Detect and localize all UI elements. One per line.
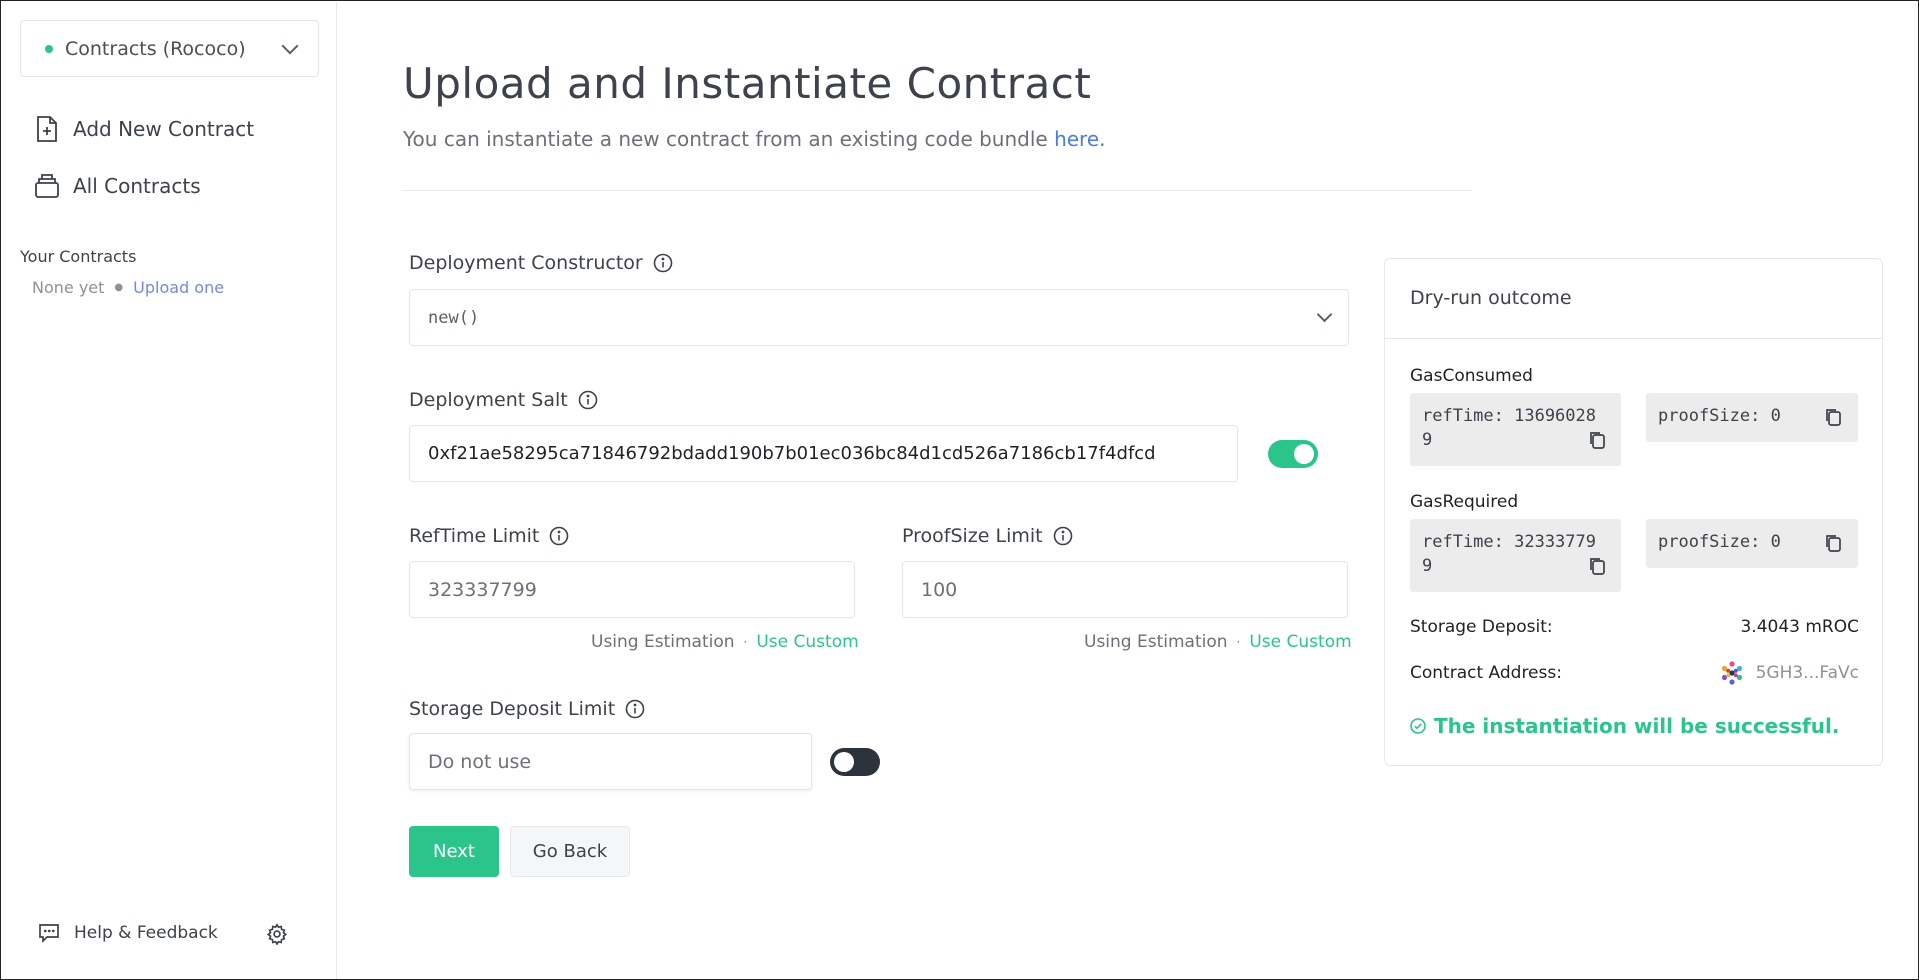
gas-required-proofsize-value: proofSize: 0	[1658, 532, 1781, 552]
header-divider	[403, 190, 1472, 191]
app-window: Contracts (Rococo) Add New Contract All …	[0, 0, 1919, 980]
chat-icon	[39, 924, 59, 944]
dry-run-title: Dry-run outcome	[1385, 259, 1882, 339]
storage-deposit-row: Storage Deposit: 3.4043 mROC	[1410, 617, 1859, 637]
none-yet-text: None yet	[32, 278, 105, 297]
storage-limit-label: Storage Deposit Limit	[409, 698, 645, 720]
using-estimation-text: Using Estimation	[591, 632, 735, 652]
chevron-down-icon	[1316, 306, 1333, 323]
gas-consumed-proofsize-value: proofSize: 0	[1658, 406, 1781, 426]
separator-dot: ●	[114, 282, 124, 293]
constructor-select-value: new()	[428, 307, 480, 328]
gas-consumed-reftime-value: refTime: 136960289	[1422, 406, 1596, 450]
proofsize-placeholder: 100	[921, 578, 958, 601]
contract-address-row: Contract Address: 5GH3...FaVc	[1410, 661, 1859, 685]
success-message-text: The instantiation will be successful.	[1434, 714, 1840, 738]
separator-dot: ·	[1236, 635, 1241, 649]
reftime-label-text: RefTime Limit	[409, 525, 540, 547]
copy-icon[interactable]	[1824, 407, 1842, 427]
help-feedback-link[interactable]: Help & Feedback	[38, 922, 218, 944]
storage-deposit-label: Storage Deposit:	[1410, 617, 1553, 637]
proofsize-estimation: Using Estimation · Use Custom	[1084, 632, 1352, 652]
proofsize-input[interactable]: 100	[902, 561, 1348, 618]
next-button[interactable]: Next	[409, 826, 499, 877]
info-icon[interactable]	[549, 526, 569, 546]
copy-icon[interactable]	[1588, 430, 1606, 450]
your-contracts-heading: Your Contracts	[20, 247, 137, 266]
sidebar-item-add-new-contract[interactable]: Add New Contract	[35, 113, 254, 145]
copy-icon[interactable]	[1824, 533, 1842, 553]
subtitle-suffix: .	[1099, 127, 1106, 151]
gas-consumed-proofsize: proofSize: 0	[1646, 393, 1858, 442]
reftime-use-custom-link[interactable]: Use Custom	[756, 632, 858, 652]
storage-limit-input[interactable]: Do not use	[409, 733, 812, 790]
page-subtitle: You can instantiate a new contract from …	[403, 127, 1106, 151]
gas-required-reftime: refTime: 323337799	[1410, 519, 1621, 592]
help-feedback-label: Help & Feedback	[74, 923, 218, 943]
storage-limit-toggle[interactable]	[830, 748, 880, 776]
code-bundle-link[interactable]: here	[1054, 127, 1099, 151]
info-icon[interactable]	[653, 253, 673, 273]
info-icon[interactable]	[1053, 526, 1073, 546]
sidebar-item-label: Add New Contract	[73, 117, 255, 141]
copy-icon[interactable]	[1588, 556, 1606, 576]
reftime-placeholder: 323337799	[428, 578, 537, 601]
contract-address-label: Contract Address:	[1410, 663, 1562, 683]
salt-input[interactable]: 0xf21ae58295ca71846792bdadd190b7b01ec036…	[409, 425, 1238, 482]
sidebar-item-label: All Contracts	[73, 174, 201, 198]
using-estimation-text: Using Estimation	[1084, 632, 1228, 652]
upload-one-link[interactable]: Upload one	[133, 278, 224, 297]
constructor-select[interactable]: new()	[409, 289, 1349, 346]
toggle-knob	[1294, 444, 1314, 464]
gas-consumed-reftime: refTime: 136960289	[1410, 393, 1621, 466]
reftime-input[interactable]: 323337799	[409, 561, 855, 618]
proofsize-label-text: ProofSize Limit	[902, 525, 1043, 547]
gear-icon[interactable]	[266, 923, 288, 945]
identicon-icon	[1721, 661, 1742, 685]
chevron-down-icon	[281, 37, 299, 54]
info-icon[interactable]	[578, 390, 598, 410]
info-icon[interactable]	[625, 699, 645, 719]
gas-required-reftime-value: refTime: 323337799	[1422, 532, 1596, 576]
proofsize-label: ProofSize Limit	[902, 525, 1073, 547]
dry-run-panel: Dry-run outcome GasConsumed refTime: 136…	[1384, 258, 1883, 766]
separator-dot: ·	[743, 635, 748, 649]
gas-consumed-label: GasConsumed	[1410, 366, 1533, 386]
gas-required-label: GasRequired	[1410, 492, 1519, 512]
reftime-label: RefTime Limit	[409, 525, 569, 547]
chain-selector[interactable]: Contracts (Rococo)	[20, 20, 319, 77]
salt-toggle[interactable]	[1268, 440, 1318, 468]
go-back-button[interactable]: Go Back	[510, 826, 630, 877]
reftime-estimation: Using Estimation · Use Custom	[591, 632, 859, 652]
salt-label-text: Deployment Salt	[409, 389, 568, 411]
sidebar: Contracts (Rococo) Add New Contract All …	[2, 2, 337, 979]
contract-address-value: 5GH3...FaVc	[1755, 663, 1859, 683]
connection-status-dot	[45, 44, 53, 53]
chain-selector-label: Contracts (Rococo)	[65, 37, 246, 60]
subtitle-text: You can instantiate a new contract from …	[403, 127, 1055, 151]
sidebar-item-all-contracts[interactable]: All Contracts	[35, 170, 201, 202]
proofsize-use-custom-link[interactable]: Use Custom	[1249, 632, 1351, 652]
salt-label: Deployment Salt	[409, 389, 598, 411]
contract-address[interactable]: 5GH3...FaVc	[1720, 661, 1859, 685]
stack-icon	[35, 174, 59, 198]
toggle-knob	[834, 752, 854, 772]
page-title: Upload and Instantiate Contract	[403, 59, 1092, 108]
contracts-empty-state: None yet ● Upload one	[32, 278, 224, 297]
salt-input-value: 0xf21ae58295ca71846792bdadd190b7b01ec036…	[428, 443, 1156, 464]
file-plus-icon	[37, 116, 57, 142]
constructor-label-text: Deployment Constructor	[409, 252, 643, 274]
check-circle-icon	[1410, 718, 1426, 734]
success-message: The instantiation will be successful.	[1410, 714, 1839, 738]
storage-deposit-value: 3.4043 mROC	[1740, 617, 1859, 637]
storage-limit-label-text: Storage Deposit Limit	[409, 698, 616, 720]
constructor-label: Deployment Constructor	[409, 252, 673, 274]
storage-limit-placeholder: Do not use	[428, 750, 532, 773]
gas-required-proofsize: proofSize: 0	[1646, 519, 1858, 568]
